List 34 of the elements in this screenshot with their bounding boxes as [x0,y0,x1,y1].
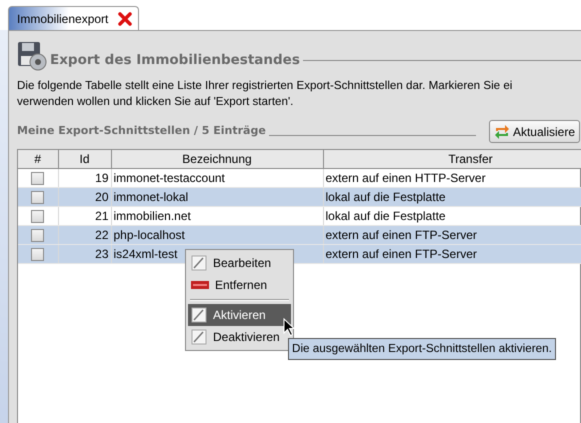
table-cell: 22 [58,226,111,244]
checkbox[interactable] [31,248,44,260]
menu-item[interactable]: Entfernen [188,274,291,296]
table-cell: php-localhost [111,226,323,244]
checkbox[interactable] [31,190,44,204]
close-icon[interactable] [118,12,132,26]
checkbox[interactable] [31,228,44,242]
column-header[interactable]: Bezeichnung [111,150,323,168]
section-heading: Export des Immobilienbestandes [50,50,300,70]
refresh-icon [494,124,510,140]
menu-item[interactable]: Deaktivieren [188,326,291,348]
column-header[interactable]: Transfer [323,150,581,168]
pencil-icon [191,307,207,323]
mouse-pointer-icon [283,318,295,336]
column-header[interactable]: Id [58,150,111,168]
table-cell: 23 [58,244,111,264]
checkbox[interactable] [31,210,44,222]
tooltip: Die ausgewählten Export-Schnittstellen aktivieren. [288,338,556,360]
table-cell: immonet-lokal [111,188,323,206]
checkbox[interactable] [31,172,44,184]
table-cell: lokal auf die Festplatte [323,188,581,206]
refresh-button[interactable]: Aktualisiere [488,120,580,143]
table-cell: 20 [58,188,111,206]
pencil-icon [191,255,207,271]
section-title: Meine Export-Schnittstellen / 5 Einträge [17,123,266,140]
pencil-icon [191,329,207,345]
remove-icon [191,281,209,289]
table-cell: extern auf einen FTP-Server [323,244,581,264]
table-cell: extern auf einen FTP-Server [323,226,581,244]
column-header[interactable]: # [18,150,58,168]
floppy-gear-icon [17,41,47,71]
tab[interactable]: Immobilienexport [8,6,140,31]
menu-item[interactable]: Aktivieren [188,304,291,326]
description-text: Die folgende Tabelle stellt eine Liste Ihrer registrierten Export-Schnittstellen dar. Markieren Sie ei verwenden wollen und klicken Sie auf 'Export starten'. [17,78,514,110]
